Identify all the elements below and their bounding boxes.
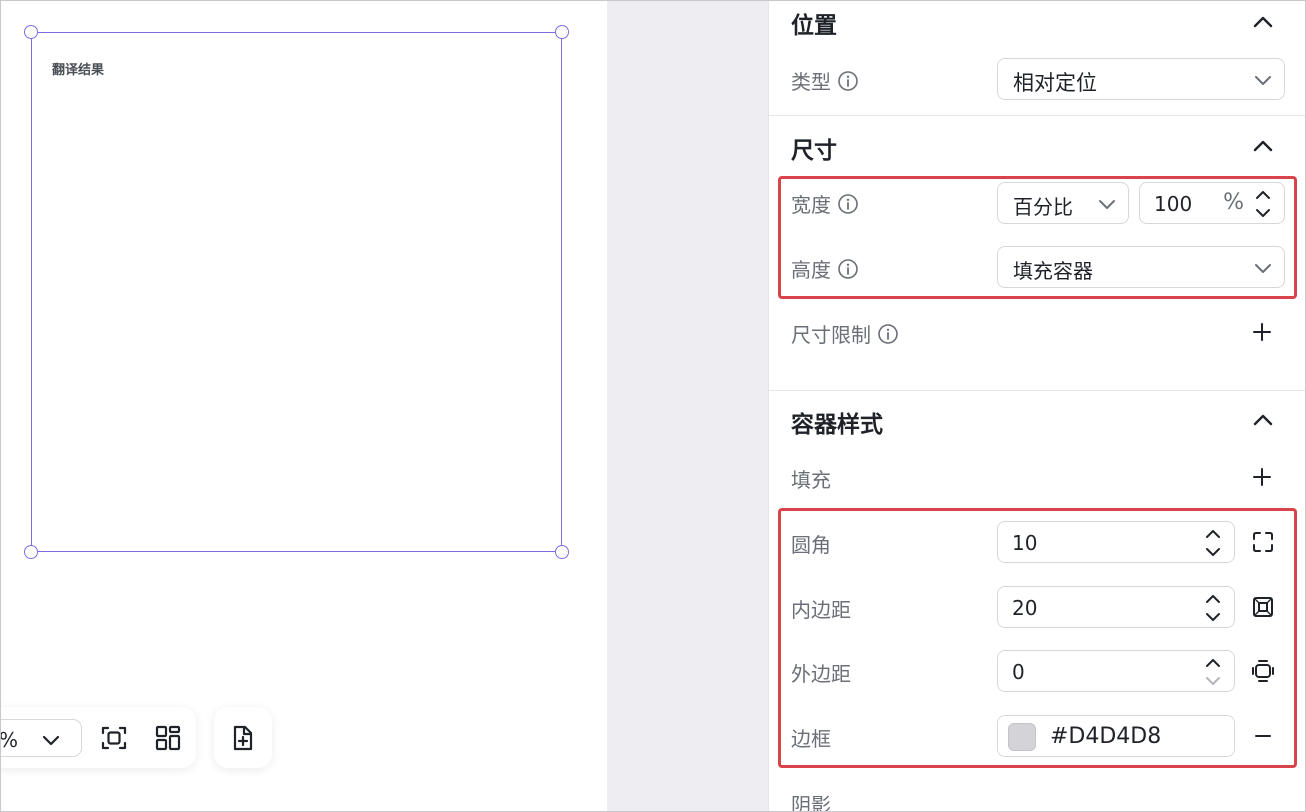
chevron-up-icon[interactable] xyxy=(1251,408,1275,432)
plus-icon[interactable] xyxy=(1251,321,1273,343)
chevron-down-icon xyxy=(1255,76,1271,85)
border-label-row: 边框 xyxy=(791,723,831,752)
border-color-value: #D4D4D8 xyxy=(1050,724,1162,749)
divider xyxy=(769,390,1306,391)
margin-label: 外边距 xyxy=(791,662,851,686)
design-canvas[interactable]: 翻译结果 % xyxy=(0,0,607,812)
width-value: 100 xyxy=(1154,192,1193,216)
radius-label: 圆角 xyxy=(791,533,831,557)
container-title: 翻译结果 xyxy=(52,63,105,78)
chevron-up-icon[interactable] xyxy=(1251,134,1275,158)
chevron-down-icon xyxy=(42,735,60,746)
section-title-size: 尺寸 xyxy=(791,138,837,164)
corner-radius-icon[interactable] xyxy=(1251,530,1275,554)
width-mode-select[interactable]: 百分比 xyxy=(997,182,1129,224)
width-label-row: 宽度 xyxy=(791,189,859,218)
position-type-select[interactable]: 相对定位 xyxy=(997,58,1285,100)
zoom-select[interactable]: % xyxy=(0,719,82,757)
position-type-value: 相对定位 xyxy=(1013,71,1097,95)
resize-handle-top-right[interactable] xyxy=(555,25,569,39)
info-icon[interactable] xyxy=(837,193,859,215)
chevron-down-icon xyxy=(1099,200,1115,209)
radius-value: 10 xyxy=(1012,531,1038,555)
size-limit-label-row: 尺寸限制 xyxy=(791,319,899,348)
margin-icon[interactable] xyxy=(1251,659,1275,683)
padding-input[interactable]: 20 xyxy=(997,586,1235,628)
color-swatch[interactable] xyxy=(1008,723,1036,751)
width-unit: % xyxy=(1223,190,1244,215)
minus-icon[interactable] xyxy=(1251,724,1275,748)
add-page-toolbar xyxy=(214,707,272,768)
add-file-icon[interactable] xyxy=(230,725,256,751)
border-color-input[interactable]: #D4D4D8 xyxy=(997,715,1235,757)
padding-label: 内边距 xyxy=(791,598,851,622)
height-mode-select[interactable]: 填充容器 xyxy=(997,246,1285,288)
info-icon[interactable] xyxy=(837,70,859,92)
stepper-icon[interactable] xyxy=(1204,591,1222,625)
chevron-down-icon xyxy=(1255,264,1271,273)
info-icon[interactable] xyxy=(877,323,899,345)
size-limit-label: 尺寸限制 xyxy=(791,323,871,347)
height-label-row: 高度 xyxy=(791,254,859,283)
stepper-icon[interactable] xyxy=(1204,526,1222,560)
properties-panel: 位置 类型 相对定位 尺寸 宽度 百分比 100 % 高度 填充容器 尺寸限制 … xyxy=(768,0,1306,812)
resize-handle-top-left[interactable] xyxy=(24,25,38,39)
shadow-label: 阴影 xyxy=(791,793,831,812)
radius-input[interactable]: 10 xyxy=(997,521,1235,563)
resize-handle-bottom-left[interactable] xyxy=(24,545,38,559)
radius-label-row: 圆角 xyxy=(791,529,831,558)
stepper-icon[interactable] xyxy=(1254,187,1272,221)
height-label: 高度 xyxy=(791,258,831,282)
divider xyxy=(769,115,1306,116)
type-label-row: 类型 xyxy=(791,66,859,95)
width-mode-value: 百分比 xyxy=(1013,195,1073,219)
resize-handle-bottom-right[interactable] xyxy=(555,545,569,559)
chevron-up-icon[interactable] xyxy=(1251,10,1275,34)
selected-container[interactable]: 翻译结果 xyxy=(31,32,562,552)
padding-label-row: 内边距 xyxy=(791,594,851,623)
fit-screen-icon[interactable] xyxy=(101,725,127,751)
margin-input[interactable]: 0 xyxy=(997,650,1235,692)
fill-label: 填充 xyxy=(791,468,831,492)
height-mode-value: 填充容器 xyxy=(1013,259,1093,283)
margin-value: 0 xyxy=(1012,660,1025,684)
canvas-gutter xyxy=(607,0,768,812)
margin-label-row: 外边距 xyxy=(791,658,851,687)
info-icon[interactable] xyxy=(837,258,859,280)
border-label: 边框 xyxy=(791,727,831,751)
canvas-toolbar: % xyxy=(0,707,196,768)
padding-value: 20 xyxy=(1012,596,1038,620)
section-title-container-style: 容器样式 xyxy=(791,412,883,438)
stepper-icon[interactable] xyxy=(1204,655,1222,689)
zoom-value: % xyxy=(0,728,19,752)
type-label: 类型 xyxy=(791,70,831,94)
plus-icon[interactable] xyxy=(1251,466,1273,488)
section-title-position: 位置 xyxy=(791,13,837,39)
layout-grid-icon[interactable] xyxy=(155,725,181,751)
width-input[interactable]: 100 % xyxy=(1139,182,1285,224)
fill-label-row: 填充 xyxy=(791,464,831,493)
padding-icon[interactable] xyxy=(1251,595,1275,619)
width-label: 宽度 xyxy=(791,193,831,217)
